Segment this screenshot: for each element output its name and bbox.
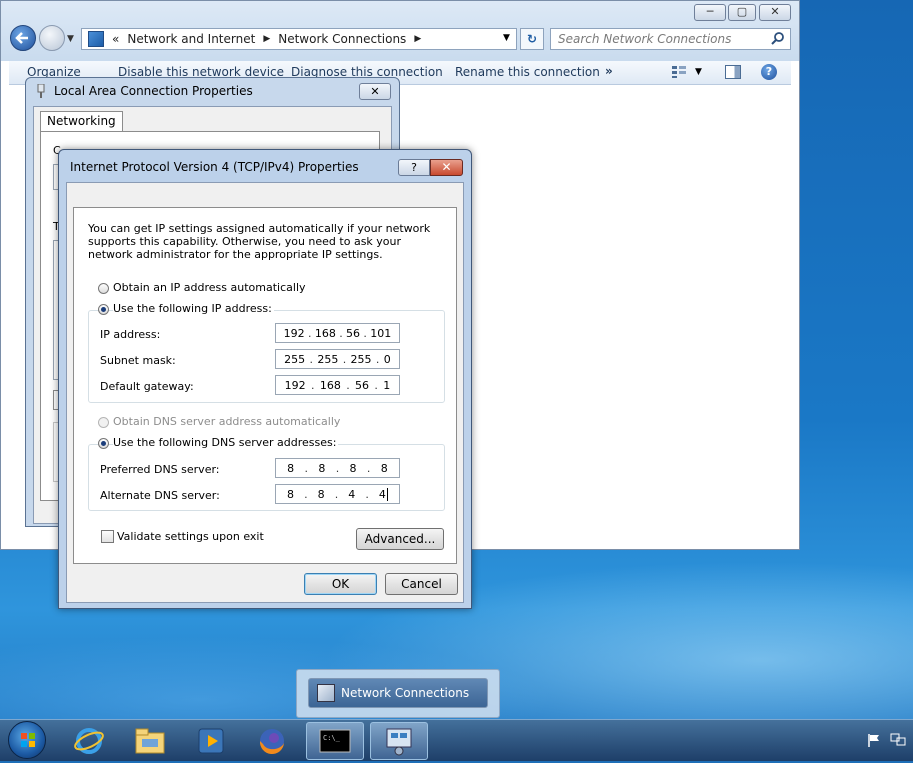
refresh-icon[interactable]: ↻ bbox=[520, 28, 544, 50]
ipv4-dialog-body: You can get IP settings assigned automat… bbox=[66, 182, 464, 603]
default-gateway-label: Default gateway: bbox=[100, 380, 194, 393]
gateway-octet-1[interactable]: 192 bbox=[285, 379, 306, 392]
svg-text:C:\_: C:\_ bbox=[323, 734, 341, 742]
gateway-octet-2[interactable]: 168 bbox=[320, 379, 341, 392]
maximize-button[interactable]: ▢ bbox=[728, 4, 756, 21]
windows-explorer-icon[interactable] bbox=[121, 722, 179, 760]
gateway-octet-3[interactable]: 56 bbox=[355, 379, 369, 392]
minimize-button[interactable]: ─ bbox=[694, 4, 726, 21]
thumbnail-network-connections[interactable]: Network Connections bbox=[308, 678, 488, 708]
ip-octet-4[interactable]: 101 bbox=[370, 327, 391, 340]
firefox-icon[interactable] bbox=[243, 722, 301, 760]
address-dropdown-icon[interactable]: ▼ bbox=[503, 33, 510, 43]
alternate-dns-octet-4[interactable]: 4 bbox=[379, 487, 388, 501]
ip-settings-description: You can get IP settings assigned automat… bbox=[88, 222, 431, 261]
preferred-dns-octet-1[interactable]: 8 bbox=[287, 462, 294, 475]
preferred-dns-octet-3[interactable]: 8 bbox=[350, 462, 357, 475]
cancel-button[interactable]: Cancel bbox=[385, 573, 458, 595]
network-adapter-icon bbox=[36, 83, 46, 98]
subnet-octet-3[interactable]: 255 bbox=[351, 353, 372, 366]
help-icon[interactable]: ? bbox=[761, 64, 777, 80]
preferred-dns-label: Preferred DNS server: bbox=[100, 463, 220, 476]
view-options-chevron-icon[interactable]: ▼ bbox=[695, 67, 702, 77]
subnet-octet-1[interactable]: 255 bbox=[284, 353, 305, 366]
use-static-dns-radio[interactable] bbox=[98, 438, 109, 449]
lan-dialog-title: Local Area Connection Properties bbox=[54, 84, 253, 98]
ip-address-field[interactable]: 192. 168. 56. 101 bbox=[275, 323, 400, 343]
lan-close-button[interactable]: ✕ bbox=[359, 83, 391, 100]
use-static-ip-label[interactable]: Use the following IP address: bbox=[113, 302, 274, 315]
search-icon[interactable] bbox=[771, 31, 785, 45]
media-player-icon[interactable] bbox=[182, 722, 240, 760]
tab-networking[interactable]: Networking bbox=[40, 111, 123, 132]
ip-octet-3[interactable]: 56 bbox=[346, 327, 360, 340]
back-button[interactable] bbox=[10, 25, 36, 51]
dialog-close-button[interactable]: ✕ bbox=[430, 159, 463, 176]
preferred-dns-octet-4[interactable]: 8 bbox=[381, 462, 388, 475]
search-input[interactable]: Search Network Connections bbox=[550, 28, 791, 50]
subnet-octet-4[interactable]: 0 bbox=[384, 353, 391, 366]
breadcrumb-chevron-icon[interactable]: ▶ bbox=[414, 34, 421, 44]
general-tab-page: You can get IP settings assigned automat… bbox=[73, 207, 457, 564]
subnet-mask-field[interactable]: 255. 255. 255. 0 bbox=[275, 349, 400, 369]
use-static-ip-radio[interactable] bbox=[98, 304, 109, 315]
breadcrumb-network-connections[interactable]: Network Connections bbox=[278, 32, 406, 46]
change-view-icon[interactable] bbox=[671, 65, 687, 79]
ok-button[interactable]: OK bbox=[304, 573, 377, 595]
alternate-dns-field[interactable]: 8. 8. 4. 4 bbox=[275, 484, 400, 504]
default-gateway-field[interactable]: 192. 168. 56. 1 bbox=[275, 375, 400, 395]
network-tray-icon[interactable] bbox=[890, 733, 906, 747]
breadcrumb-prefix[interactable]: « bbox=[112, 32, 119, 46]
ip-octet-1[interactable]: 192 bbox=[284, 327, 305, 340]
start-orb-icon[interactable] bbox=[8, 721, 46, 759]
thumbnail-label: Network Connections bbox=[341, 686, 470, 700]
address-bar[interactable]: « Network and Internet ▶ Network Connect… bbox=[81, 28, 517, 50]
taskbar: C:\_ bbox=[0, 719, 913, 761]
breadcrumb-network-and-internet[interactable]: Network and Internet bbox=[127, 32, 255, 46]
obtain-dns-auto-label[interactable]: Obtain DNS server address automatically bbox=[113, 415, 340, 428]
network-connections-icon bbox=[317, 684, 335, 702]
rename-connection-button[interactable]: Rename this connection bbox=[455, 65, 600, 79]
action-center-flag-icon[interactable] bbox=[867, 733, 881, 747]
alternate-dns-octet-3[interactable]: 4 bbox=[348, 488, 355, 501]
alternate-dns-label: Alternate DNS server: bbox=[100, 489, 220, 502]
validate-settings-label[interactable]: Validate settings upon exit bbox=[117, 530, 264, 543]
obtain-ip-auto-radio[interactable] bbox=[98, 283, 109, 294]
ipv4-properties-dialog: Internet Protocol Version 4 (TCP/IPv4) P… bbox=[58, 149, 472, 609]
recent-pages-chevron-icon[interactable]: ▼ bbox=[67, 34, 74, 44]
back-arrow-icon bbox=[15, 32, 28, 44]
advanced-button[interactable]: Advanced... bbox=[356, 528, 444, 550]
preview-pane-icon[interactable] bbox=[725, 65, 741, 79]
ip-octet-2[interactable]: 168 bbox=[315, 327, 336, 340]
window-close-button[interactable]: ✕ bbox=[759, 4, 791, 21]
preferred-dns-octet-2[interactable]: 8 bbox=[318, 462, 325, 475]
network-folder-icon bbox=[88, 31, 104, 47]
ip-address-label: IP address: bbox=[100, 328, 161, 341]
internet-explorer-icon[interactable] bbox=[60, 722, 118, 760]
taskbar-thumbnail-popup: Network Connections bbox=[296, 669, 500, 718]
alternate-dns-octet-1[interactable]: 8 bbox=[287, 488, 294, 501]
validate-settings-checkbox[interactable] bbox=[101, 530, 114, 543]
breadcrumb-chevron-icon[interactable]: ▶ bbox=[263, 34, 270, 44]
subnet-octet-2[interactable]: 255 bbox=[317, 353, 338, 366]
alternate-dns-octet-2[interactable]: 8 bbox=[318, 488, 325, 501]
more-commands-button[interactable]: » bbox=[605, 64, 613, 78]
dialog-help-button[interactable]: ? bbox=[398, 159, 430, 176]
forward-button[interactable] bbox=[39, 25, 65, 51]
ipv4-dialog-title: Internet Protocol Version 4 (TCP/IPv4) P… bbox=[70, 160, 359, 174]
obtain-dns-auto-radio[interactable] bbox=[98, 417, 109, 428]
preferred-dns-field[interactable]: 8. 8. 8. 8 bbox=[275, 458, 400, 478]
use-static-dns-label[interactable]: Use the following DNS server addresses: bbox=[113, 436, 339, 449]
network-connections-icon[interactable] bbox=[370, 722, 428, 760]
command-prompt-icon[interactable]: C:\_ bbox=[306, 722, 364, 760]
subnet-mask-label: Subnet mask: bbox=[100, 354, 176, 367]
gateway-octet-4[interactable]: 1 bbox=[383, 379, 390, 392]
obtain-ip-auto-label[interactable]: Obtain an IP address automatically bbox=[113, 281, 306, 294]
